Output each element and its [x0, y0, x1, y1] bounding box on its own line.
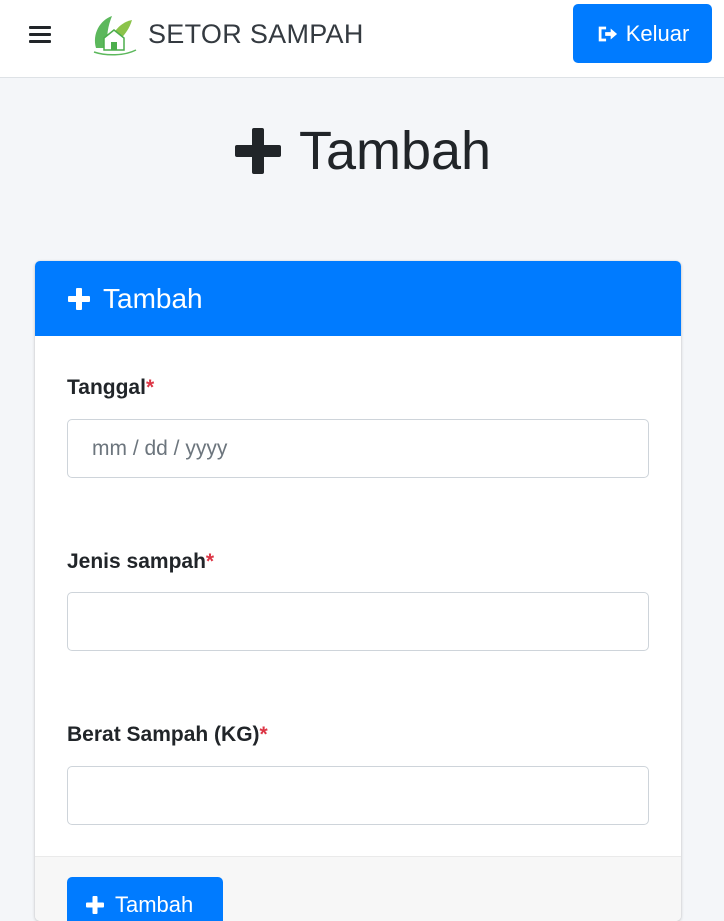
card-header: Tambah: [35, 261, 681, 336]
card-footer: Tambah: [35, 856, 681, 921]
jenis-sampah-label: Jenis sampah*: [67, 550, 214, 574]
jenis-sampah-input[interactable]: [67, 592, 649, 651]
page-title: Tambah: [298, 121, 492, 181]
brand-name[interactable]: SETOR SAMPAH: [148, 19, 364, 50]
berat-sampah-label-text: Berat Sampah (KG): [67, 723, 260, 746]
tanggal-date-input[interactable]: [67, 419, 649, 478]
plus-icon: [234, 128, 281, 174]
sign-out-icon: [598, 26, 617, 41]
jenis-sampah-label-text: Jenis sampah: [67, 550, 206, 573]
berat-sampah-label: Berat Sampah (KG)*: [67, 723, 268, 747]
required-mark: *: [259, 723, 268, 746]
logout-label: Keluar: [625, 20, 690, 46]
card-title: Tambah: [103, 282, 203, 314]
required-mark: *: [205, 550, 215, 573]
hamburger-menu-icon[interactable]: [29, 26, 51, 44]
leaf-house-logo-icon[interactable]: [88, 8, 138, 56]
tanggal-label: Tanggal*: [67, 376, 154, 400]
submit-button[interactable]: Tambah: [67, 877, 223, 921]
tanggal-label-text: Tanggal: [67, 376, 146, 399]
required-mark: *: [145, 376, 155, 399]
add-form-card: Tambah Tanggal* Jenis sampah* Berat Samp…: [35, 261, 681, 921]
plus-icon: [86, 895, 104, 914]
top-navbar: SETOR SAMPAH Keluar: [0, 0, 724, 78]
page-heading: Tambah: [0, 124, 724, 178]
logout-button[interactable]: Keluar: [573, 4, 712, 63]
plus-icon: [68, 287, 90, 310]
submit-label: Tambah: [115, 891, 194, 917]
berat-sampah-input[interactable]: [67, 766, 649, 825]
